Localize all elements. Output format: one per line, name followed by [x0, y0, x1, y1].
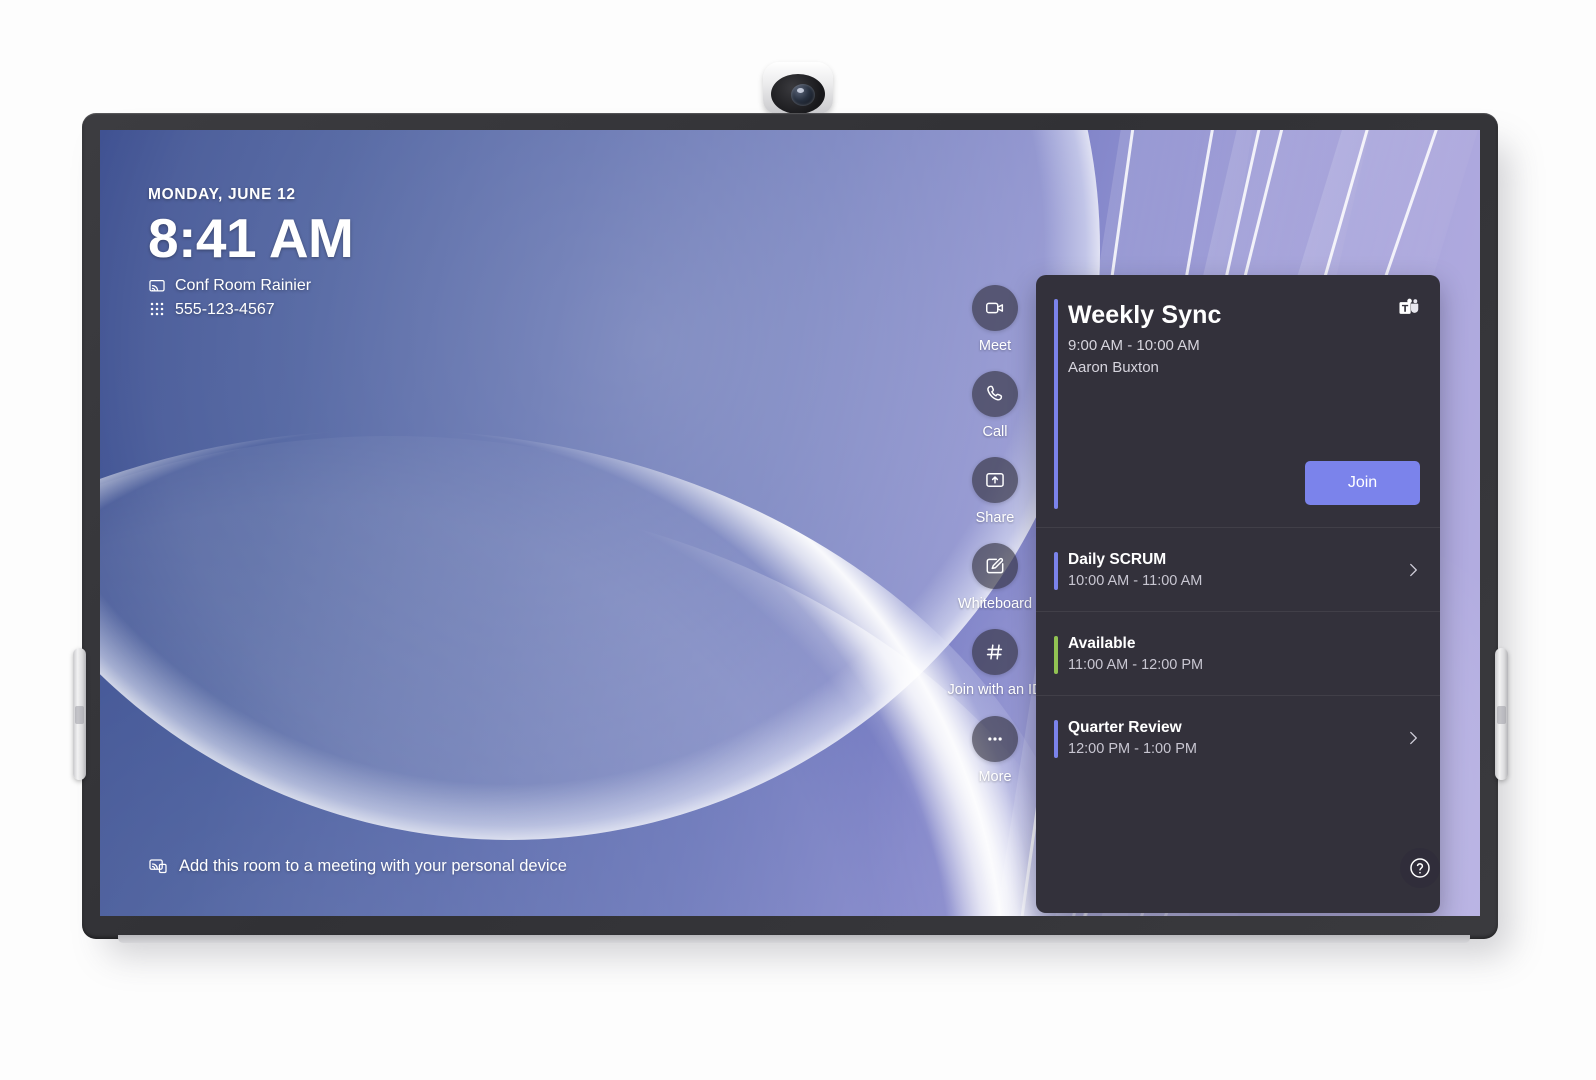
whiteboard-pen-icon — [972, 543, 1018, 590]
chevron-right-icon[interactable] — [1404, 561, 1422, 579]
video-camera-icon — [972, 285, 1018, 331]
webcam-lens-glint — [797, 88, 804, 93]
featured-meeting-accent-bar — [1054, 299, 1058, 509]
date-label: MONDAY, JUNE 12 — [148, 186, 296, 203]
time-label: 8:41 AM — [148, 207, 354, 269]
agenda-text-group: Quarter Review 12:00 PM - 1:00 PM — [1068, 719, 1404, 757]
cast-device-icon — [148, 856, 168, 876]
action-label-join-with-id: Join with an ID — [947, 682, 1043, 699]
action-label-meet: Meet — [978, 338, 1012, 354]
agenda-row-daily-scrum[interactable]: Daily SCRUM 10:00 AM - 11:00 AM — [1036, 528, 1440, 612]
action-button-join-with-id[interactable]: Join with an ID — [941, 629, 1049, 699]
share-screen-icon — [972, 457, 1018, 504]
phone-number-row: 555-123-4567 — [148, 301, 353, 319]
webcam-lens — [791, 84, 815, 106]
room-name-row: Conf Room Rainier — [148, 277, 353, 295]
clock-block: MONDAY, JUNE 12 8:41 AM Conf Room Rainie… — [148, 186, 354, 319]
meeting-panel: Weekly Sync 9:00 AM - 10:00 AM Aaron Bux… — [1036, 275, 1440, 913]
agenda-text-group: Daily SCRUM 10:00 AM - 11:00 AM — [1068, 551, 1404, 589]
featured-meeting-organizer: Aaron Buxton — [1068, 359, 1159, 376]
action-button-meet[interactable]: Meet — [941, 285, 1049, 355]
action-label-whiteboard: Whiteboard — [957, 596, 1033, 613]
stylus-pen-right[interactable] — [1495, 648, 1508, 780]
hash-icon — [972, 629, 1018, 676]
agenda-time: 11:00 AM - 12:00 PM — [1068, 656, 1204, 673]
add-room-hint[interactable]: Add this room to a meeting with your per… — [148, 856, 567, 876]
action-button-call[interactable]: Call — [941, 371, 1049, 441]
action-label-more: More — [978, 768, 1012, 785]
action-label-call: Call — [982, 424, 1008, 441]
featured-meeting-time: 9:00 AM - 10:00 AM — [1068, 337, 1200, 354]
action-button-more[interactable]: More — [941, 715, 1049, 786]
agenda-title: Available — [1068, 634, 1136, 652]
featured-meeting-title: Weekly Sync — [1068, 301, 1222, 329]
agenda-text-group: Available 11:00 AM - 12:00 PM — [1068, 635, 1404, 673]
dialpad-icon — [148, 301, 166, 319]
action-label-share: Share — [975, 510, 1015, 527]
featured-meeting-card[interactable]: Weekly Sync 9:00 AM - 10:00 AM Aaron Bux… — [1036, 275, 1440, 528]
touchscreen-display: MONDAY, JUNE 12 8:41 AM Conf Room Rainie… — [100, 130, 1480, 916]
cast-screen-icon — [148, 277, 166, 295]
agenda-accent-bar — [1054, 720, 1058, 758]
join-button[interactable]: Join — [1305, 461, 1420, 505]
action-button-share[interactable]: Share — [941, 457, 1049, 527]
agenda-row-quarter-review[interactable]: Quarter Review 12:00 PM - 1:00 PM — [1036, 696, 1440, 780]
stylus-pen-left[interactable] — [73, 648, 86, 780]
agenda-accent-bar — [1054, 636, 1058, 674]
agenda-title: Daily SCRUM — [1068, 550, 1167, 568]
device-stand-strip — [118, 935, 1470, 943]
webcam — [755, 62, 841, 118]
chevron-right-icon[interactable] — [1404, 729, 1422, 747]
action-button-whiteboard[interactable]: Whiteboard — [941, 543, 1049, 613]
ellipsis-icon — [972, 715, 1018, 762]
question-mark-icon — [1408, 856, 1432, 880]
agenda-accent-bar — [1054, 552, 1058, 590]
room-name-label: Conf Room Rainier — [175, 276, 312, 294]
agenda-row-available[interactable]: Available 11:00 AM - 12:00 PM — [1036, 612, 1440, 696]
agenda-title: Quarter Review — [1068, 719, 1182, 736]
microsoft-teams-logo — [1398, 297, 1420, 319]
agenda-time: 12:00 PM - 1:00 PM — [1068, 741, 1197, 757]
phone-number-label: 555-123-4567 — [175, 300, 275, 318]
screenshot-root: MONDAY, JUNE 12 8:41 AM Conf Room Rainie… — [0, 0, 1596, 1080]
help-button[interactable] — [1400, 848, 1440, 888]
phone-icon — [972, 371, 1018, 418]
add-room-hint-label: Add this room to a meeting with your per… — [179, 856, 567, 875]
agenda-time: 10:00 AM - 11:00 AM — [1068, 572, 1203, 589]
action-rail: Meet Call Share Whiteboard Join with an … — [941, 285, 1049, 786]
